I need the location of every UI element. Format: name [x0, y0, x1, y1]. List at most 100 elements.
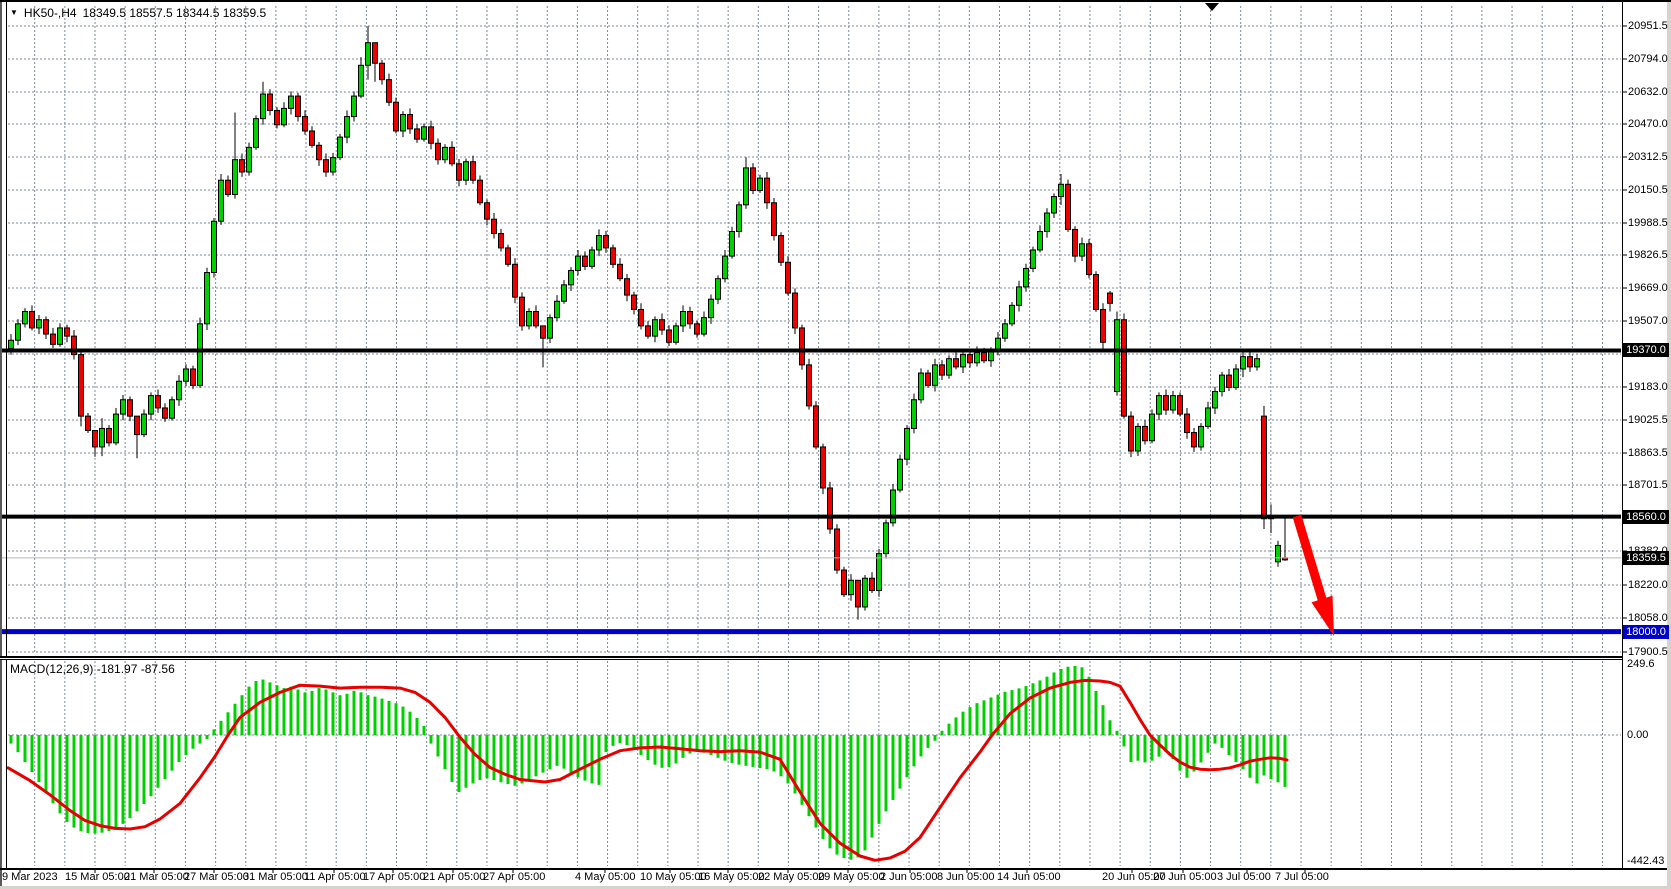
macd-bar: [549, 735, 552, 769]
macd-bar: [1235, 735, 1238, 762]
macd-bar: [843, 735, 846, 858]
candle-up: [212, 221, 217, 272]
candle-up: [261, 94, 266, 119]
macd-bar: [934, 735, 937, 741]
macd-bar: [87, 735, 90, 833]
macd-bar: [920, 735, 923, 756]
candle-up: [366, 43, 371, 66]
macd-bar: [213, 729, 216, 735]
candle-down: [86, 416, 91, 430]
macd-bar: [682, 735, 685, 758]
price-tick-label: 20470.0: [1628, 118, 1668, 130]
candle-down: [611, 248, 616, 264]
candle-up: [849, 580, 854, 594]
macd-bar: [353, 691, 356, 735]
macd-bar: [430, 735, 433, 744]
candle-up: [338, 137, 343, 158]
chart-window: ▼ HK50-,H4 18349.5 18557.5 18344.5 18359…: [0, 0, 1671, 889]
macd-bar: [122, 735, 125, 824]
macd-bar: [1228, 735, 1231, 755]
macd-bar: [262, 680, 265, 736]
candle-down: [625, 279, 630, 295]
candle-down: [1192, 433, 1197, 447]
price-tick-label: 17900.5: [1628, 646, 1668, 658]
candle-up: [219, 180, 224, 221]
candle-up: [744, 168, 749, 205]
macd-bar: [17, 735, 20, 752]
candle-down: [191, 369, 196, 385]
macd-bar: [171, 735, 174, 771]
candle-down: [415, 129, 420, 139]
macd-bar: [640, 735, 643, 755]
candle-down: [842, 570, 847, 595]
macd-bar: [360, 692, 363, 735]
price-tick-label: 20150.5: [1628, 184, 1668, 196]
time-label: 7 Jul 05:00: [1275, 871, 1329, 883]
chart-surface[interactable]: [0, 2, 1671, 889]
macd-bar: [1186, 735, 1189, 778]
price-badge: 18000.0: [1623, 625, 1669, 639]
macd-bar: [136, 735, 139, 811]
candle-up: [681, 312, 686, 326]
candle-down: [828, 488, 833, 529]
candle-up: [100, 428, 105, 446]
macd-bar: [318, 688, 321, 735]
candle-up: [443, 147, 448, 159]
candle-down: [765, 178, 770, 203]
time-label: 21 Apr 05:00: [423, 871, 485, 883]
macd-bar: [864, 735, 867, 850]
candle-down: [436, 143, 441, 159]
candle-up: [142, 414, 147, 435]
candle-down: [1178, 396, 1183, 414]
candle-up: [23, 312, 28, 324]
macd-bar: [381, 699, 384, 735]
macd-bar: [990, 697, 993, 735]
candle-up: [1136, 426, 1141, 451]
candle-down: [499, 234, 504, 248]
candle-up: [1080, 244, 1085, 256]
macd-bar: [234, 704, 237, 735]
dropdown-icon[interactable]: ▼: [10, 9, 18, 17]
price-tick-label: 19988.5: [1628, 217, 1668, 229]
macd-bar: [290, 687, 293, 735]
candle-up: [149, 396, 154, 414]
macd-bar: [619, 735, 622, 743]
candle-down: [870, 578, 875, 590]
candle-down: [324, 160, 329, 172]
chart-shift-marker[interactable]: [1205, 3, 1219, 11]
macd-bar: [836, 735, 839, 855]
candle-up: [177, 381, 182, 399]
chart-left-border: [6, 2, 7, 869]
candle-up: [1220, 375, 1225, 391]
price-tick-label: 19507.0: [1628, 315, 1668, 327]
symbol-name: HK50-,H4: [24, 6, 77, 20]
candle-up: [884, 523, 889, 554]
candle-up: [1234, 369, 1239, 387]
macd-bar: [927, 735, 930, 748]
macd-bar: [304, 692, 307, 735]
candle-down: [632, 295, 637, 309]
candle-up: [1031, 250, 1036, 268]
candle-down: [79, 355, 84, 417]
candle-up: [709, 299, 714, 317]
macd-panel-separator[interactable]: [0, 656, 1622, 660]
candle-up: [422, 127, 427, 139]
macd-bar: [178, 735, 181, 762]
price-tick-label: 18701.5: [1628, 479, 1668, 491]
macd-bar: [164, 735, 167, 779]
candle-up: [737, 205, 742, 232]
macd-bar: [892, 735, 895, 800]
candle-up: [674, 326, 679, 342]
candle-down: [583, 256, 588, 266]
candle-up: [205, 273, 210, 324]
candle-down: [1262, 416, 1267, 519]
macd-bar: [486, 735, 489, 778]
candle-up: [9, 340, 14, 348]
candle-up: [562, 285, 567, 301]
macd-bar: [10, 735, 13, 744]
candle-up: [1276, 545, 1281, 561]
macd-bar: [1263, 735, 1266, 775]
candle-up: [758, 178, 763, 190]
macd-bar: [1249, 735, 1252, 778]
candle-up: [1213, 392, 1218, 408]
